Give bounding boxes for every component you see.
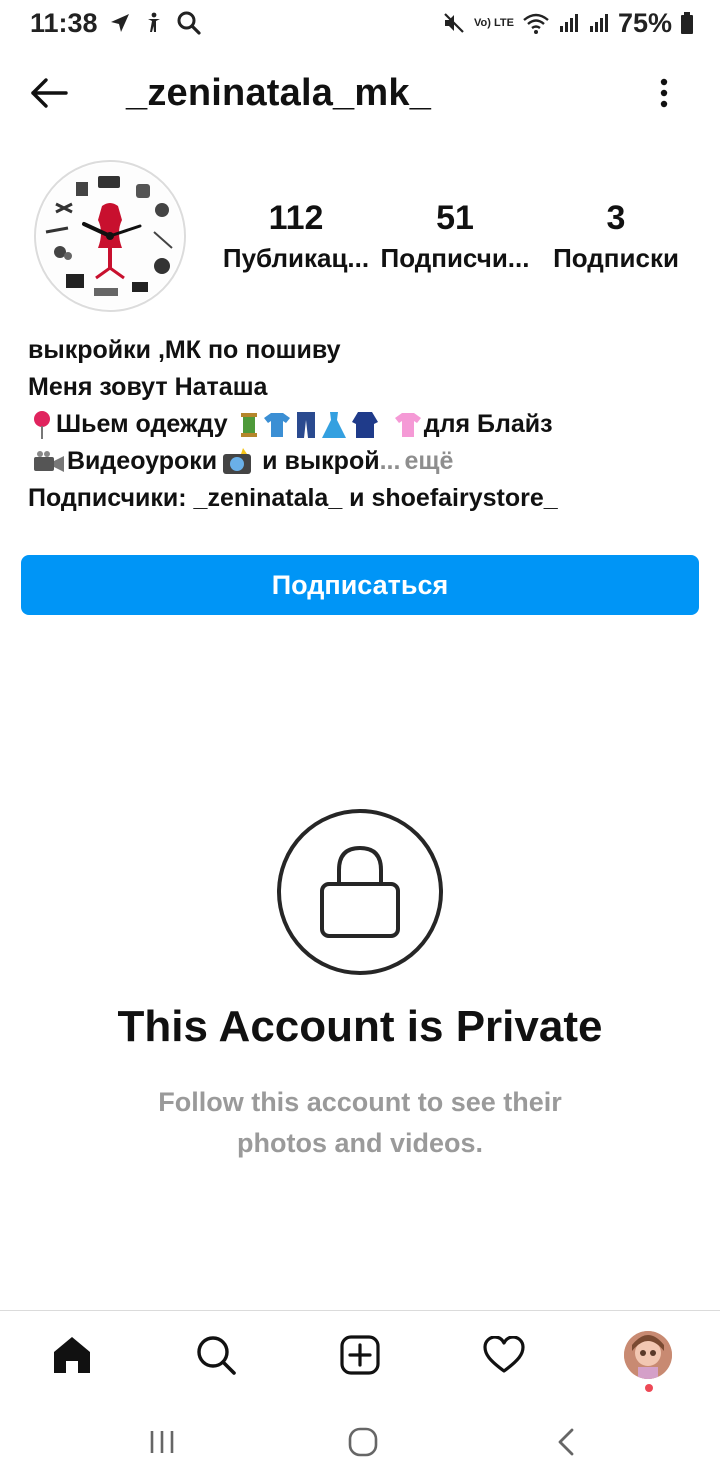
bio-line-2: Меня зовут Наташа bbox=[28, 373, 268, 401]
battery-percent: 75% bbox=[617, 7, 672, 38]
recents-icon bbox=[150, 1431, 174, 1453]
follow-button[interactable]: Подписаться bbox=[21, 555, 699, 615]
screen: 11:38 Vo) LTE 75% _zeninatala_mk_ 112 Пу… bbox=[0, 0, 720, 1480]
recents-button[interactable] bbox=[142, 1422, 182, 1462]
stat-following[interactable]: 3 Подписки bbox=[536, 196, 696, 276]
stat-following-label: Подписки bbox=[553, 243, 679, 273]
status-bar: 11:38 Vo) LTE 75% bbox=[0, 0, 720, 46]
tab-profile[interactable] bbox=[624, 1331, 672, 1379]
bio-line: Подписчики: _zeninatala_ и shoefairystor… bbox=[28, 480, 698, 517]
thread-emoji-icon bbox=[240, 412, 257, 437]
camera-flash-emoji-icon bbox=[223, 447, 252, 474]
username-title: _zeninatala_mk_ bbox=[126, 72, 432, 114]
profile-avatar bbox=[624, 1331, 672, 1379]
stat-following-count: 3 bbox=[606, 199, 626, 237]
tab-home[interactable] bbox=[48, 1331, 96, 1379]
bio-line: Шьем одежду для Блайз bbox=[28, 406, 698, 443]
search-icon bbox=[176, 10, 202, 36]
accessibility-icon bbox=[142, 11, 166, 35]
profile-header-bar: _zeninatala_mk_ bbox=[0, 56, 720, 128]
jeans-emoji-icon bbox=[296, 411, 315, 438]
volte-icon: Vo) LTE bbox=[474, 16, 514, 29]
tshirt-emoji-icon bbox=[263, 412, 290, 437]
stat-followers[interactable]: 51 Подписчи... bbox=[375, 196, 535, 276]
stat-posts-count: 112 bbox=[268, 199, 324, 237]
bottom-tab-bar bbox=[0, 1310, 720, 1402]
signal-icon bbox=[558, 12, 580, 34]
back-chevron-icon bbox=[558, 1428, 574, 1456]
home-circle-icon bbox=[348, 1427, 378, 1457]
system-home-button[interactable] bbox=[343, 1422, 383, 1462]
status-left: 11:38 bbox=[30, 8, 202, 39]
tab-new-post[interactable] bbox=[336, 1331, 384, 1379]
bio-line-3-text: Шьем одежду bbox=[56, 410, 228, 438]
arrow-left-icon bbox=[31, 78, 68, 108]
search-icon bbox=[197, 1336, 236, 1375]
profile-avatar[interactable] bbox=[34, 160, 186, 312]
private-account-subtitle: Follow this account to see their photos … bbox=[158, 1087, 562, 1158]
profile-stats: 112 Публикац... 51 Подписчи... 3 Подписк… bbox=[220, 196, 700, 286]
private-account-title: This Account is Private bbox=[117, 1002, 603, 1051]
stat-posts-label: Публикац... bbox=[222, 243, 370, 273]
sewing-clock-avatar bbox=[37, 163, 183, 309]
video-camera-emoji-icon bbox=[34, 450, 64, 472]
pin-emoji-icon bbox=[34, 410, 50, 439]
tab-search[interactable] bbox=[192, 1331, 240, 1379]
bio-line-4-suffix: и выкрой bbox=[262, 447, 380, 475]
bio-line: выкройки ,МК по пошиву bbox=[28, 332, 698, 369]
coat-emoji-icon bbox=[351, 411, 378, 438]
status-time: 11:38 bbox=[30, 7, 98, 38]
tab-activity[interactable] bbox=[480, 1331, 528, 1379]
back-button[interactable] bbox=[26, 70, 72, 116]
profile-bio: выкройки ,МК по пошиву Меня зовут Наташа… bbox=[28, 332, 698, 517]
notification-dot bbox=[645, 1384, 653, 1392]
followers-preview[interactable]: Подписчики: _zeninatala_ и shoefairystor… bbox=[28, 480, 558, 517]
home-icon bbox=[54, 1337, 90, 1373]
bio-line-3-suffix: для Блайз bbox=[423, 410, 553, 438]
heart-icon bbox=[483, 1336, 525, 1373]
lock-icon bbox=[277, 809, 443, 975]
navigation-icon bbox=[108, 11, 132, 35]
profile-avatar-image bbox=[624, 1331, 672, 1379]
more-vertical-icon bbox=[660, 78, 668, 108]
mute-icon bbox=[442, 11, 466, 35]
wifi-icon bbox=[522, 11, 550, 35]
add-post-icon bbox=[340, 1335, 380, 1375]
system-navigation-bar bbox=[0, 1402, 720, 1480]
bio-line: Меня зовут Наташа bbox=[28, 369, 698, 406]
bio-line: Видеоуроки и выкрой ... ещё bbox=[28, 443, 698, 480]
bio-line-1: выкройки ,МК по пошиву bbox=[28, 336, 341, 364]
battery-icon bbox=[680, 11, 694, 35]
stat-followers-count: 51 bbox=[436, 199, 474, 237]
blouse-emoji-icon bbox=[394, 412, 421, 437]
bio-line-4-text: Видеоуроки bbox=[67, 447, 218, 475]
status-right: Vo) LTE 75% bbox=[442, 8, 694, 39]
private-lock-badge bbox=[276, 808, 444, 976]
system-back-button[interactable] bbox=[546, 1422, 586, 1462]
signal-icon bbox=[588, 12, 610, 34]
dress-emoji-icon bbox=[321, 411, 346, 438]
stat-posts[interactable]: 112 Публикац... bbox=[216, 196, 376, 276]
bio-ellipsis: ... bbox=[379, 447, 401, 475]
more-options-button[interactable] bbox=[646, 70, 682, 116]
bio-more-link[interactable]: ещё bbox=[404, 443, 453, 480]
stat-followers-label: Подписчи... bbox=[380, 243, 530, 273]
